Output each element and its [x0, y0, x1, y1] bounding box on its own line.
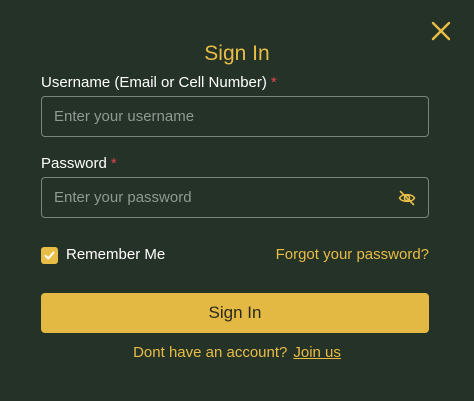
modal-title: Sign In [204, 42, 270, 65]
eye-slash-icon [398, 190, 416, 206]
username-label: Username (Email or Cell Number) * [41, 73, 277, 93]
password-label-text: Password [41, 155, 107, 172]
required-mark: * [110, 155, 117, 172]
remember-me-label: Remember Me [66, 246, 166, 263]
password-input[interactable] [42, 178, 428, 217]
password-label: Password * [41, 154, 117, 174]
sign-in-button[interactable]: Sign In [41, 293, 429, 333]
signup-prompt-text: Dont have an account? [133, 344, 288, 361]
username-input[interactable] [42, 97, 428, 136]
username-label-text: Username (Email or Cell Number) [41, 74, 267, 91]
password-field-wrapper [41, 177, 429, 218]
remember-me-toggle[interactable]: Remember Me [41, 246, 165, 264]
required-mark: * [270, 74, 277, 91]
signup-prompt: Dont have an account? Join us [0, 344, 474, 362]
password-visibility-toggle[interactable] [398, 189, 416, 207]
join-us-link[interactable]: Join us [293, 344, 341, 361]
checkmark-icon [44, 251, 55, 259]
username-field-wrapper [41, 96, 429, 137]
sign-in-modal: Sign In Username (Email or Cell Number) *… [0, 0, 474, 401]
close-button[interactable] [430, 20, 452, 42]
remember-me-checkbox[interactable] [41, 246, 58, 264]
forgot-password-link[interactable]: Forgot your password? [276, 246, 429, 264]
close-icon [431, 21, 451, 41]
